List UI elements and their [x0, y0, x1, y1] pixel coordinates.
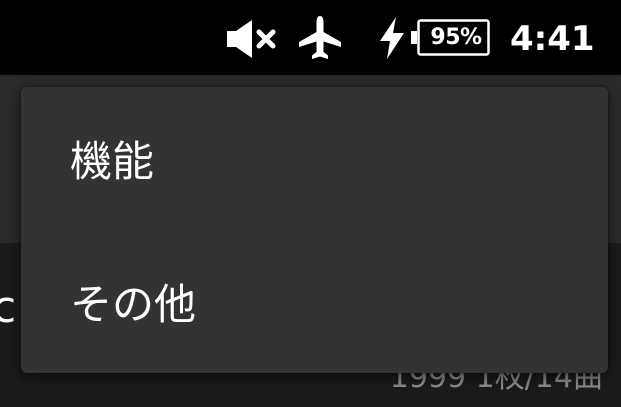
overflow-menu: 機能 その他 — [21, 87, 608, 373]
menu-item-label: 機能 — [70, 137, 155, 186]
menu-item-features[interactable]: 機能 — [21, 87, 608, 230]
menu-item-other[interactable]: その他 — [21, 230, 608, 373]
status-bar: 95% 4:41 — [0, 0, 621, 75]
album-title[interactable]: c — [0, 280, 16, 336]
status-clock: 4:41 — [510, 19, 595, 59]
battery-level: 95% — [430, 25, 482, 50]
menu-item-label: その他 — [70, 280, 197, 329]
airplane-mode-icon — [299, 16, 341, 59]
volume-muted-icon — [227, 20, 276, 58]
battery-indicator: 95% — [410, 19, 490, 56]
charging-bolt-icon — [380, 17, 404, 59]
